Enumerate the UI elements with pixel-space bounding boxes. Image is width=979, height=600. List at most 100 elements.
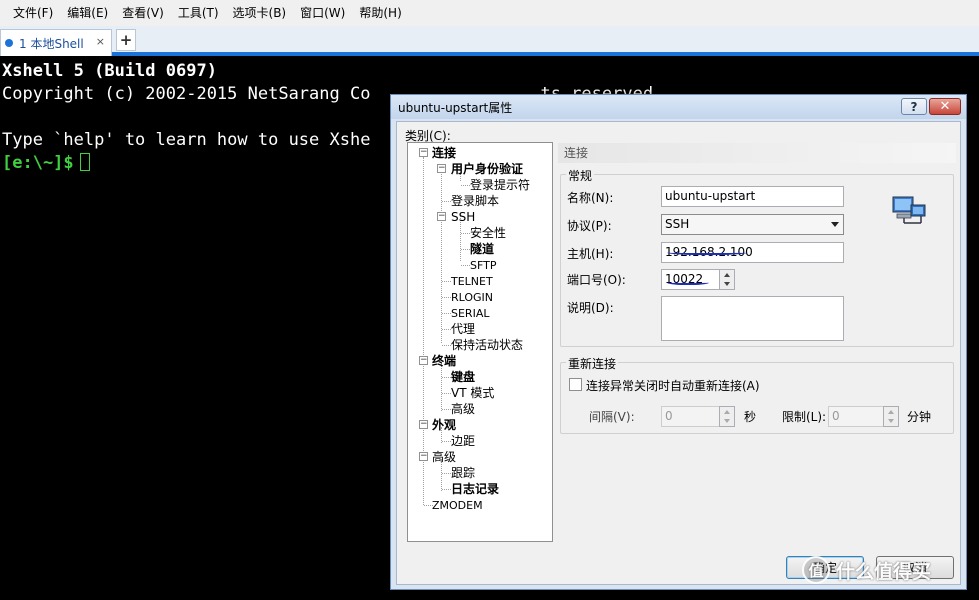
name-input[interactable]: ubuntu-upstart <box>661 186 844 207</box>
tree-line <box>441 363 442 411</box>
tree-line <box>442 441 451 442</box>
tree-item-serial[interactable]: SERIAL <box>451 306 489 321</box>
terminal-line: Xshell 5 (Build 0697) <box>2 61 217 81</box>
tree-item-ssh[interactable]: SSH <box>451 210 475 225</box>
tree-line <box>442 345 451 346</box>
tab-local-shell[interactable]: 1 本地Shell × <box>0 29 112 56</box>
tab-bar: 1 本地Shell × + <box>0 26 979 56</box>
tree-line <box>442 377 451 378</box>
tree-item-user-auth[interactable]: 用户身份验证 <box>451 162 523 177</box>
menu-bar: 文件(F) 编辑(E) 查看(V) 工具(T) 选项卡(B) 窗口(W) 帮助(… <box>0 0 979 26</box>
menu-file[interactable]: 文件(F) <box>6 0 60 26</box>
spin-up-icon <box>724 410 730 414</box>
tree-item-sftp[interactable]: SFTP <box>470 258 496 273</box>
network-computer-icon <box>892 196 926 224</box>
tab-status-dot-icon <box>5 39 13 47</box>
port-label: 端口号(O): <box>567 273 626 287</box>
menu-edit[interactable]: 编辑(E) <box>60 0 115 26</box>
tab-label: 1 本地Shell <box>19 36 84 51</box>
tree-item-margins[interactable]: 边距 <box>451 434 475 449</box>
terminal-cursor <box>79 153 90 171</box>
spin-down-icon <box>724 419 730 423</box>
protocol-label: 协议(P): <box>567 219 612 233</box>
tree-line <box>461 265 470 266</box>
tree-item-login-prompt[interactable]: 登录提示符 <box>470 178 530 193</box>
tree-item-security[interactable]: 安全性 <box>470 226 506 241</box>
tree-line <box>441 165 442 343</box>
collapse-icon[interactable]: − <box>419 148 428 157</box>
watermark: 值 什么值得买 <box>802 556 931 584</box>
dialog-title-bar[interactable]: ubuntu-upstart属性 <box>391 95 966 119</box>
dialog-body: 类别(C): − 连接 − 用户身份验证 登录提示符 登录脚本 − SSH 安全… <box>396 121 961 585</box>
new-tab-button[interactable]: + <box>116 29 136 51</box>
menu-tools[interactable]: 工具(T) <box>171 0 226 26</box>
description-label: 说明(D): <box>567 301 614 315</box>
tab-close-icon[interactable]: × <box>96 35 105 48</box>
tree-line <box>442 281 451 282</box>
close-button[interactable]: ✕ <box>929 98 961 115</box>
port-spinner[interactable] <box>719 269 735 290</box>
reconnect-group: 重新连接 连接异常关闭时自动重新连接(A) 间隔(V): 0 秒 限制(L): … <box>560 355 954 434</box>
tree-item-terminal[interactable]: 终端 <box>432 354 456 369</box>
menu-window[interactable]: 窗口(W) <box>293 0 352 26</box>
collapse-icon[interactable]: − <box>419 452 428 461</box>
tree-line <box>442 489 451 490</box>
interval-label: 间隔(V): <box>589 410 635 424</box>
annotation-underline-host <box>667 249 747 255</box>
collapse-icon[interactable]: − <box>437 212 446 221</box>
menu-view[interactable]: 查看(V) <box>115 0 171 26</box>
terminal-prompt: [e:\~]$ <box>2 153 74 173</box>
menu-tabs[interactable]: 选项卡(B) <box>226 0 294 26</box>
spin-down-icon <box>724 282 730 286</box>
limit-spinner[interactable] <box>883 406 899 427</box>
collapse-icon[interactable]: − <box>437 164 446 173</box>
limit-unit: 分钟 <box>907 410 932 424</box>
tree-item-rlogin[interactable]: RLOGIN <box>451 290 493 305</box>
interval-spinner[interactable] <box>719 406 735 427</box>
watermark-logo-icon: 值 <box>802 556 830 584</box>
tree-item-telnet[interactable]: TELNET <box>451 274 493 289</box>
dropdown-arrow-icon <box>831 222 839 227</box>
collapse-icon[interactable]: − <box>419 356 428 365</box>
interval-unit: 秒 <box>744 410 757 424</box>
tree-line <box>442 201 451 202</box>
tree-item-zmodem[interactable]: ZMODEM <box>432 498 483 513</box>
tree-line <box>442 393 451 394</box>
tree-line <box>461 249 470 250</box>
name-label: 名称(N): <box>567 191 614 205</box>
tree-line <box>442 329 451 330</box>
protocol-select[interactable]: SSH <box>661 214 844 235</box>
tree-line <box>461 185 470 186</box>
help-button[interactable]: ? <box>901 98 927 115</box>
tree-item-trace[interactable]: 跟踪 <box>451 466 475 481</box>
interval-input[interactable]: 0 <box>661 406 725 427</box>
tree-item-tunneling[interactable]: 隧道 <box>470 242 494 257</box>
tree-item-proxy[interactable]: 代理 <box>451 322 475 337</box>
tree-item-connection[interactable]: 连接 <box>432 146 456 161</box>
category-tree[interactable]: − 连接 − 用户身份验证 登录提示符 登录脚本 − SSH 安全性 隧道 SF… <box>407 142 553 542</box>
limit-input[interactable]: 0 <box>828 406 890 427</box>
tree-item-terminal-advanced[interactable]: 高级 <box>451 402 475 417</box>
auto-reconnect-checkbox[interactable] <box>569 378 582 391</box>
dialog-title: ubuntu-upstart属性 <box>398 100 513 115</box>
menu-help[interactable]: 帮助(H) <box>352 0 408 26</box>
tree-item-logging[interactable]: 日志记录 <box>451 482 499 497</box>
description-textarea[interactable] <box>661 296 844 341</box>
watermark-text: 什么值得买 <box>836 560 932 583</box>
tree-item-keep-alive[interactable]: 保持活动状态 <box>451 338 523 353</box>
protocol-selected-value: SSH <box>665 217 690 231</box>
section-header: 连接 <box>558 143 956 163</box>
tree-item-advanced[interactable]: 高级 <box>432 450 456 465</box>
tree-item-login-script[interactable]: 登录脚本 <box>451 194 499 209</box>
terminal-text: Copyright (c) 2002-2015 NetSarang Co <box>2 84 371 104</box>
spin-down-icon <box>888 419 894 423</box>
reconnect-group-title: 重新连接 <box>566 355 619 372</box>
tree-item-keyboard[interactable]: 键盘 <box>451 370 475 385</box>
limit-label: 限制(L): <box>782 410 827 424</box>
collapse-icon[interactable]: − <box>419 420 428 429</box>
tree-item-appearance[interactable]: 外观 <box>432 418 456 433</box>
tree-item-vt-mode[interactable]: VT 模式 <box>451 386 494 401</box>
tree-line <box>461 233 470 234</box>
spin-up-icon <box>724 273 730 277</box>
annotation-underline-port <box>667 279 709 285</box>
